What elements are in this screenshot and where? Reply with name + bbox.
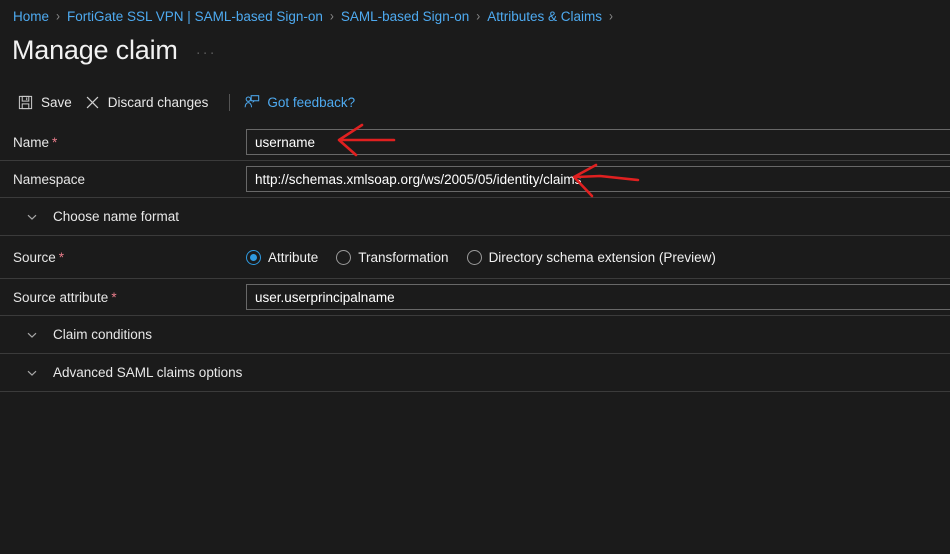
source-attribute-label: Source attribute * <box>0 290 246 305</box>
breadcrumb-separator: › <box>56 7 61 25</box>
name-input[interactable] <box>246 129 950 155</box>
source-radio-group: Attribute Transformation Directory schem… <box>246 249 950 265</box>
radio-directory-schema-extension-indicator[interactable] <box>466 249 482 265</box>
save-button-label: Save <box>41 94 72 110</box>
breadcrumb-separator: › <box>609 7 614 25</box>
source-attribute-required-marker: * <box>111 289 117 305</box>
source-option-transformation[interactable]: Transformation <box>336 249 449 265</box>
breadcrumb-separator: › <box>329 7 334 25</box>
discard-changes-label: Discard changes <box>107 94 209 110</box>
choose-name-format-section[interactable]: Choose name format <box>0 198 950 236</box>
source-attribute-input[interactable] <box>246 284 950 310</box>
source-option-directory-schema-extension-label: Directory schema extension (Preview) <box>488 249 716 265</box>
got-feedback-button[interactable]: Got feedback? <box>239 90 363 115</box>
name-required-marker: * <box>52 134 58 150</box>
namespace-input[interactable] <box>246 166 950 192</box>
save-floppy-icon <box>17 94 34 111</box>
breadcrumb-item-fortigate-ssl-vpn[interactable]: FortiGate SSL VPN | SAML-based Sign-on <box>67 9 323 24</box>
source-attribute-row: Source attribute * <box>0 279 950 316</box>
feedback-person-icon <box>243 94 260 111</box>
breadcrumb-item-attributes-and-claims[interactable]: Attributes & Claims <box>487 9 602 24</box>
advanced-saml-claims-options-section[interactable]: Advanced SAML claims options <box>0 354 950 392</box>
discard-changes-button[interactable]: Discard changes <box>80 90 217 115</box>
name-row: Name * <box>0 124 950 161</box>
page-header: Manage claim ··· <box>12 30 217 66</box>
manage-claim-form: Name* Namespace Choose name format Sourc… <box>0 124 950 392</box>
source-option-transformation-label: Transformation <box>358 249 449 265</box>
name-label-text: Name <box>13 134 50 150</box>
source-required-marker: * <box>58 249 65 265</box>
more-options-icon[interactable]: ··· <box>196 44 217 61</box>
namespace-label-text: Namespace <box>13 171 86 187</box>
breadcrumb-separator: › <box>476 7 481 25</box>
namespace-label: Namespace <box>0 172 246 187</box>
toolbar-divider <box>229 93 231 111</box>
source-option-attribute[interactable]: Attribute <box>246 249 319 265</box>
got-feedback-label: Got feedback? <box>267 94 356 110</box>
claim-conditions-section[interactable]: Claim conditions <box>0 316 950 354</box>
chevron-down-icon <box>25 366 39 380</box>
save-button[interactable]: Save <box>13 90 80 115</box>
claim-conditions-label: Claim conditions <box>53 327 153 342</box>
source-option-directory-schema-extension[interactable]: Directory schema extension (Preview) <box>466 249 716 265</box>
choose-name-format-label: Choose name format <box>53 209 180 224</box>
close-x-icon <box>84 94 101 111</box>
source-attribute-label-text: Source attribute <box>13 289 109 305</box>
namespace-row: Namespace <box>0 161 950 198</box>
chevron-down-icon <box>25 328 39 342</box>
source-label-text: Source <box>13 249 56 265</box>
chevron-down-icon <box>25 210 39 224</box>
radio-transformation-indicator[interactable] <box>336 249 352 265</box>
breadcrumb-item-home[interactable]: Home <box>13 9 49 24</box>
source-row: Source * Attribute Transformation Directo… <box>0 236 950 279</box>
radio-attribute-indicator[interactable] <box>246 249 261 265</box>
breadcrumb: Home › FortiGate SSL VPN | SAML-based Si… <box>13 6 620 26</box>
advanced-saml-claims-options-label: Advanced SAML claims options <box>53 365 243 380</box>
source-label: Source * <box>0 250 246 265</box>
name-label: Name * <box>0 135 246 150</box>
command-bar: Save Discard changes Got feedback? <box>13 88 363 116</box>
source-option-attribute-label: Attribute <box>268 249 319 265</box>
page-title: Manage claim <box>12 35 178 65</box>
breadcrumb-item-saml-based-sign-on[interactable]: SAML-based Sign-on <box>341 9 469 24</box>
